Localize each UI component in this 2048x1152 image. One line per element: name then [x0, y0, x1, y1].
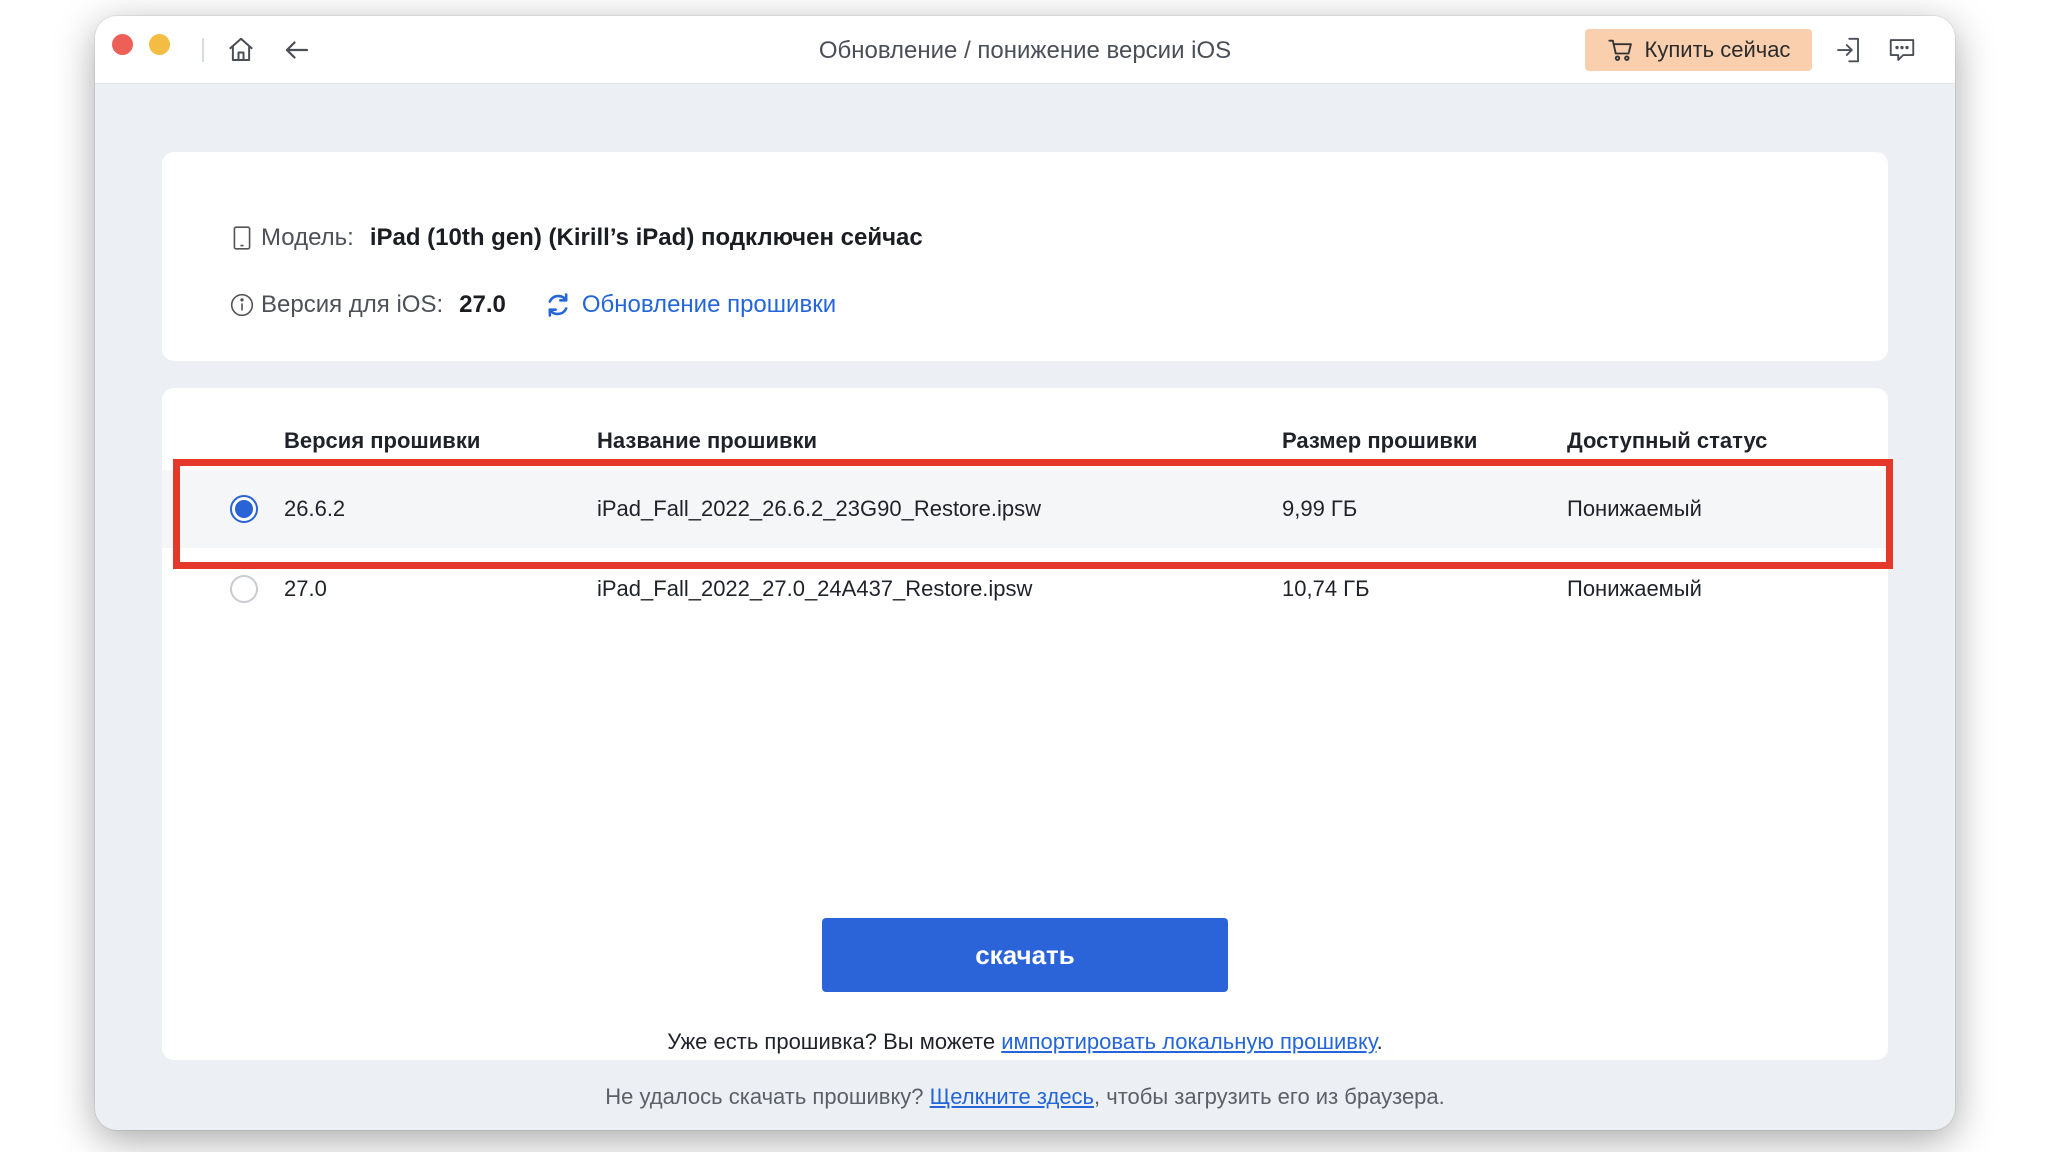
- firmware-status: Понижаемый: [1567, 496, 1702, 521]
- table-row[interactable]: 27.0 iPad_Fall_2022_27.0_24A437_Restore.…: [162, 550, 1888, 628]
- app-window: Обновление / понижение версии iOS Купить…: [95, 16, 1955, 1130]
- feedback-icon[interactable]: [1887, 35, 1917, 65]
- browser-hint-prefix: Не удалось скачать прошивку?: [605, 1084, 930, 1109]
- import-local-firmware-link[interactable]: импортировать локальную прошивку: [1001, 1029, 1376, 1054]
- firmware-status: Понижаемый: [1567, 576, 1702, 601]
- browser-hint-suffix: , чтобы загрузить его из браузера.: [1094, 1084, 1445, 1109]
- ios-version-row: Версия для iOS: 27.0 Обновление прошивки: [229, 291, 836, 319]
- info-icon: [229, 292, 255, 318]
- firmware-size: 9,99 ГБ: [1282, 496, 1358, 521]
- model-label: Модель:: [261, 224, 354, 251]
- header-status: Доступный статус: [1567, 428, 1768, 453]
- download-button[interactable]: скачать: [822, 918, 1228, 992]
- import-hint-suffix: .: [1376, 1029, 1383, 1054]
- header-size: Размер прошивки: [1282, 428, 1478, 453]
- refresh-icon: [548, 293, 568, 317]
- click-here-link[interactable]: Щелкните здесь: [930, 1084, 1094, 1109]
- sign-in-icon[interactable]: [1833, 35, 1863, 65]
- header-name: Название прошивки: [597, 428, 818, 453]
- firmware-radio[interactable]: [230, 575, 258, 603]
- buy-now-button[interactable]: Купить сейчас: [1585, 29, 1812, 71]
- firmware-name: iPad_Fall_2022_27.0_24A437_Restore.ipsw: [597, 576, 1033, 601]
- refresh-firmware-label: Обновление прошивки: [581, 291, 837, 318]
- firmware-version: 27.0: [284, 576, 327, 601]
- refresh-firmware-link[interactable]: Обновление прошивки: [544, 291, 836, 319]
- ios-version-label: Версия для iOS:: [261, 291, 444, 318]
- firmware-size: 10,74 ГБ: [1282, 576, 1370, 601]
- model-row: Модель: iPad (10th gen) (Kirill’s iPad) …: [229, 224, 923, 252]
- browser-download-hint: Не удалось скачать прошивку? Щелкните зд…: [95, 1084, 1955, 1110]
- firmware-radio[interactable]: [230, 495, 258, 523]
- firmware-name: iPad_Fall_2022_26.6.2_23G90_Restore.ipsw: [597, 496, 1041, 521]
- title-bar: Обновление / понижение версии iOS Купить…: [95, 16, 1955, 84]
- model-value: iPad (10th gen) (Kirill’s iPad) подключе…: [369, 224, 923, 251]
- ios-version-value: 27.0: [459, 291, 506, 318]
- header-version: Версия прошивки: [284, 428, 481, 453]
- buy-now-label: Купить сейчас: [1644, 37, 1791, 62]
- cart-icon: [1607, 36, 1635, 64]
- firmware-table-card: Версия прошивки Название прошивки Размер…: [162, 388, 1888, 1060]
- device-info-card: Модель: iPad (10th gen) (Kirill’s iPad) …: [162, 152, 1888, 361]
- import-hint-prefix: Уже есть прошивка? Вы можете: [667, 1029, 1002, 1054]
- import-hint: Уже есть прошивка? Вы можете импортирова…: [162, 1029, 1888, 1055]
- table-row[interactable]: 26.6.2 iPad_Fall_2022_26.6.2_23G90_Resto…: [162, 470, 1888, 548]
- tablet-icon: [229, 225, 255, 251]
- firmware-version: 26.6.2: [284, 496, 346, 521]
